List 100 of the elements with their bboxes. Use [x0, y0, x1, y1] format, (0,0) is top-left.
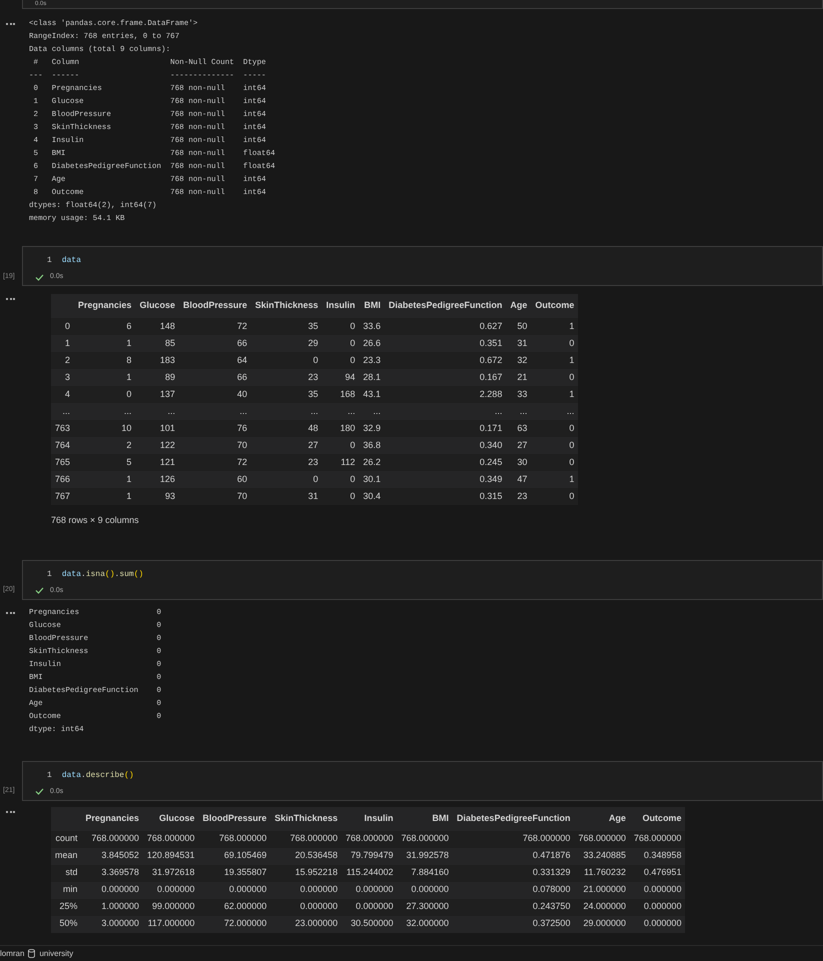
line-number: 1: [46, 770, 52, 782]
table-cell: 32.9: [359, 420, 385, 437]
table-cell: 29.000000: [574, 916, 630, 932]
row-index: std: [51, 864, 82, 882]
table-cell: 0: [531, 488, 578, 505]
table-cell: 35: [251, 318, 322, 335]
table-cell: 0: [531, 420, 578, 437]
table-cell: 121: [136, 454, 180, 471]
table-cell: 27.300000: [397, 898, 453, 916]
table-cell: 101: [136, 420, 180, 437]
table-cell: ...: [136, 403, 180, 420]
database-icon: [28, 949, 36, 958]
table-cell: 5: [74, 454, 136, 471]
table-cell: 768.000000: [198, 830, 271, 848]
table-cell: 0: [322, 437, 360, 454]
table-cell: 93: [136, 488, 180, 505]
row-index: 4: [51, 386, 74, 403]
column-header: BMI: [397, 806, 453, 830]
table-cell: 0.000000: [630, 898, 686, 916]
table-cell: 126: [136, 471, 180, 488]
table-cell: 30.1: [359, 471, 385, 488]
table-cell: 768.000000: [397, 830, 453, 848]
table-cell: 1: [74, 471, 136, 488]
table-cell: 32.000000: [397, 916, 453, 932]
table-cell: 60: [179, 471, 252, 488]
table-cell: 0: [531, 437, 578, 454]
table-cell: 23.3: [359, 352, 385, 369]
table-cell: 50: [506, 318, 532, 335]
table-cell: 23: [251, 369, 322, 386]
row-index: 50%: [51, 916, 82, 932]
line-number: 1: [46, 255, 52, 267]
column-header: DiabetesPedigreeFunction: [384, 294, 506, 318]
table-cell: 0.000000: [342, 898, 398, 916]
table-cell: 31: [251, 488, 322, 505]
table-cell: 72.000000: [198, 916, 271, 932]
table-cell: 43.1: [359, 386, 385, 403]
table-cell: 35: [251, 386, 322, 403]
table-cell: 117.000000: [143, 916, 199, 932]
table-cell: 0.471876: [452, 848, 574, 864]
table-cell: 66: [179, 369, 252, 386]
column-header: DiabetesPedigreeFunction: [452, 806, 574, 830]
table-cell: 40: [179, 386, 252, 403]
table-cell: ...: [74, 403, 136, 420]
table-cell: 11.760232: [574, 864, 630, 882]
table-cell: 768.000000: [143, 830, 199, 848]
code-line: data.describe(): [62, 770, 134, 782]
row-index: 2: [51, 352, 74, 369]
table-cell: 36.8: [359, 437, 385, 454]
table-cell: 20.536458: [270, 848, 342, 864]
table-cell: 23.000000: [270, 916, 342, 932]
table-cell: 94: [322, 369, 360, 386]
table-cell: 30.4: [359, 488, 385, 505]
user-name: lomran: [0, 948, 24, 960]
table-cell: 63: [506, 420, 532, 437]
table-cell: 47: [506, 471, 532, 488]
column-header: Pregnancies: [82, 806, 144, 830]
row-index: 766: [51, 471, 74, 488]
table-cell: 30.500000: [342, 916, 398, 932]
table-cell: 89: [136, 369, 180, 386]
table-cell: 32: [506, 352, 532, 369]
table-cell: 0: [322, 318, 360, 335]
row-index: 763: [51, 420, 74, 437]
table-cell: 99.000000: [143, 898, 199, 916]
column-header: Age: [506, 294, 532, 318]
table-cell: 0: [322, 488, 360, 505]
table-cell: 0.000000: [630, 882, 686, 898]
table-cell: 31.992578: [397, 848, 453, 864]
table-cell: 0.349: [384, 471, 506, 488]
table-cell: 0.348958: [630, 848, 686, 864]
table-cell: 66: [179, 335, 252, 352]
table-cell: 0.167: [384, 369, 506, 386]
table-cell: 0.476951: [630, 864, 686, 882]
table-cell: 148: [136, 318, 180, 335]
table-cell: 29: [251, 335, 322, 352]
table-cell: 0.331329: [452, 864, 574, 882]
table-cell: 112: [322, 454, 360, 471]
table-cell: 1: [531, 318, 578, 335]
table-cell: 28.1: [359, 369, 385, 386]
table-cell: 1: [74, 488, 136, 505]
column-header: Outcome: [531, 294, 578, 318]
table-cell: 0.672: [384, 352, 506, 369]
table-cell: ...: [531, 403, 578, 420]
table-cell: 48: [251, 420, 322, 437]
row-index: 765: [51, 454, 74, 471]
column-header: BloodPressure: [198, 806, 271, 830]
table-cell: 7.884160: [397, 864, 453, 882]
column-header: Glucose: [136, 294, 180, 318]
table-cell: 0.627: [384, 318, 506, 335]
code-line: data: [62, 255, 82, 267]
table-cell: 0: [531, 454, 578, 471]
table-cell: 31.972618: [143, 864, 199, 882]
table-cell: 0: [531, 335, 578, 352]
table-cell: 768.000000: [342, 830, 398, 848]
table-cell: 168: [322, 386, 360, 403]
table-cell: 0.000000: [270, 882, 342, 898]
table-cell: 6: [74, 318, 136, 335]
table-cell: 33: [506, 386, 532, 403]
table-cell: 768.000000: [630, 830, 686, 848]
column-header: Insulin: [322, 294, 360, 318]
row-index: 0: [51, 318, 74, 335]
